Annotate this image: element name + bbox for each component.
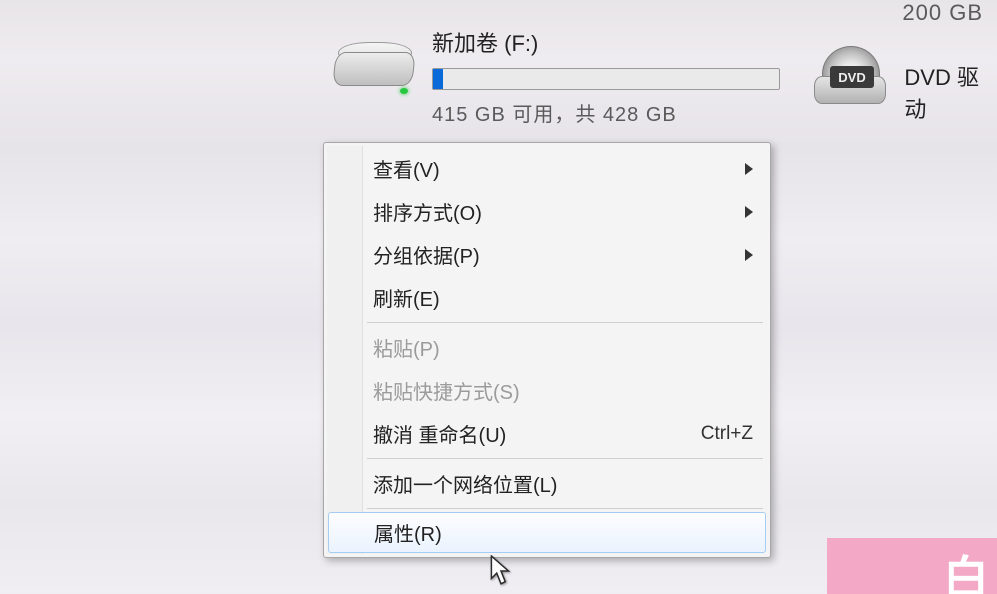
drive-f[interactable]: 新加卷 (F:) 415 GB 可用，共 428 GB	[330, 30, 780, 127]
drive-dvd[interactable]: DVD DVD 驱动	[808, 42, 997, 124]
menu-undo-rename-label: 撤消 重命名(U)	[373, 419, 506, 448]
menu-group-label: 分组依据(P)	[373, 240, 480, 269]
drives-pane: 卷 (E:) GB 可用，共 200 GB 新加卷 (F:) 415 GB 可用…	[0, 0, 997, 140]
menu-sort-label: 排序方式(O)	[373, 197, 482, 226]
drive-e[interactable]: 卷 (E:) GB 可用，共 200 GB	[0, 16, 2, 85]
drive-f-capacity-bar	[432, 68, 780, 90]
hard-disk-icon	[330, 30, 418, 108]
menu-paste-shortcut: 粘贴快捷方式(S)	[327, 369, 767, 412]
menu-view-label: 查看(V)	[373, 154, 440, 183]
mouse-cursor-icon	[490, 555, 512, 587]
menu-refresh-label: 刷新(E)	[373, 283, 440, 312]
menu-paste-label: 粘贴(P)	[373, 333, 440, 362]
menu-separator	[367, 458, 763, 459]
dvd-badge: DVD	[830, 66, 874, 88]
drive-f-info: 415 GB 可用，共 428 GB	[432, 98, 780, 127]
menu-separator	[367, 322, 763, 323]
menu-add-network-location-label: 添加一个网络位置(L)	[373, 469, 557, 498]
drive-f-label: 新加卷 (F:)	[432, 26, 780, 58]
menu-undo-rename[interactable]: 撤消 重命名(U) Ctrl+Z	[327, 412, 767, 455]
context-menu: 查看(V) 排序方式(O) 分组依据(P) 刷新(E) 粘贴(P) 粘贴快捷方式…	[323, 142, 771, 558]
menu-paste-shortcut-label: 粘贴快捷方式(S)	[373, 376, 520, 405]
submenu-arrow-icon	[745, 163, 753, 175]
dvd-drive-icon: DVD	[808, 42, 892, 120]
menu-sort[interactable]: 排序方式(O)	[327, 190, 767, 233]
menu-refresh[interactable]: 刷新(E)	[327, 276, 767, 319]
drive-dvd-label: DVD 驱动	[904, 60, 997, 124]
menu-separator	[367, 508, 763, 509]
drive-e-info: GB 可用，共 200 GB	[0, 56, 2, 85]
menu-add-network-location[interactable]: 添加一个网络位置(L)	[327, 462, 767, 505]
submenu-arrow-icon	[745, 249, 753, 261]
menu-undo-shortcut: Ctrl+Z	[701, 423, 753, 445]
submenu-arrow-icon	[745, 206, 753, 218]
watermark: 白	[827, 538, 997, 594]
drive-e-label: 卷 (E:)	[0, 16, 2, 48]
menu-properties-label: 属性(R)	[374, 518, 442, 547]
menu-paste: 粘贴(P)	[327, 326, 767, 369]
menu-group[interactable]: 分组依据(P)	[327, 233, 767, 276]
menu-properties[interactable]: 属性(R)	[328, 512, 766, 553]
menu-view[interactable]: 查看(V)	[327, 147, 767, 190]
